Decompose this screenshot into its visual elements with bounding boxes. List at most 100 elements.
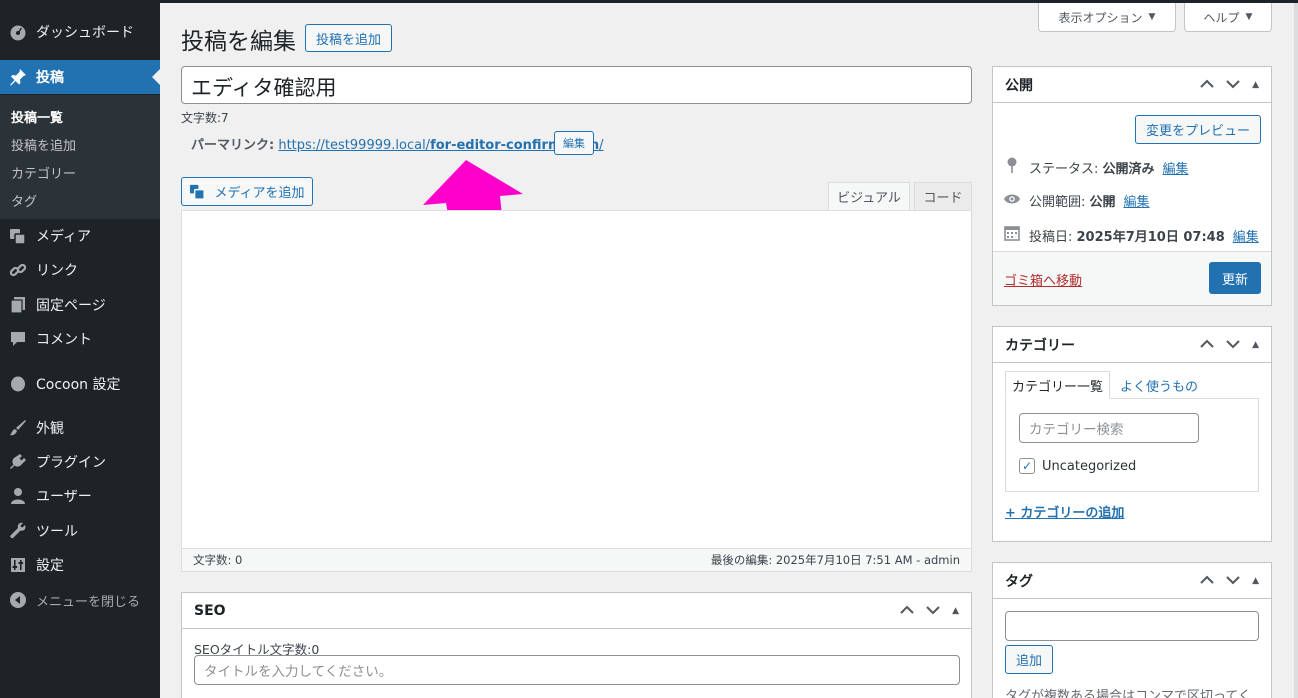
tag-input[interactable] xyxy=(1005,611,1259,641)
move-down-icon[interactable] xyxy=(1226,338,1240,352)
move-down-icon[interactable] xyxy=(926,604,940,618)
publish-date-row: 投稿日: 2025年7月10日 07:48 編集 xyxy=(1003,225,1259,245)
preview-changes-button[interactable]: 変更をプレビュー xyxy=(1135,115,1261,144)
edit-date-link[interactable]: 編集 xyxy=(1233,226,1259,245)
toggle-panel-icon[interactable]: ▲ xyxy=(1252,340,1259,350)
help-button[interactable]: ヘルプ ▼ xyxy=(1184,3,1272,32)
screen-options-button[interactable]: 表示オプション ▼ xyxy=(1038,3,1176,32)
update-label: 更新 xyxy=(1221,272,1248,288)
menu-dashboard[interactable]: ダッシュボード xyxy=(0,15,160,49)
tab-all-categories[interactable]: カテゴリー一覧 xyxy=(1005,371,1111,399)
submenu-tags[interactable]: タグ xyxy=(11,191,37,210)
add-new-post-button[interactable]: 投稿を追加 xyxy=(305,24,392,52)
collapse-arrow-icon xyxy=(0,591,36,609)
submenu-add-post[interactable]: 投稿を追加 xyxy=(11,135,76,154)
eye-icon xyxy=(1003,193,1021,209)
title-char-count: 文字数:7 xyxy=(181,111,229,125)
collapse-menu-label: メニューを閉じる xyxy=(36,594,141,610)
page-title: 投稿を編集 xyxy=(181,29,296,55)
toggle-panel-icon[interactable]: ▲ xyxy=(1252,576,1259,586)
permalink-row: パーマリンク: https://test99999.local/for-edit… xyxy=(191,134,604,153)
tab-visual[interactable]: ビジュアル xyxy=(828,182,910,211)
screen-options-label: 表示オプション xyxy=(1058,10,1143,25)
menu-users[interactable]: ユーザー xyxy=(0,479,160,513)
menu-media-label: メディア xyxy=(36,229,92,245)
pages-icon xyxy=(0,296,36,314)
submenu-all-posts[interactable]: 投稿一覧 xyxy=(11,107,63,126)
page-scrollbar[interactable] xyxy=(1294,3,1298,698)
publish-postbox-header: 公開 ▲ xyxy=(993,67,1271,103)
add-media-button[interactable]: メディアを追加 xyxy=(181,177,313,206)
postbox-controls: ▲ xyxy=(900,604,959,618)
media-icon xyxy=(0,227,36,245)
permalink-label: パーマリンク: xyxy=(191,138,275,153)
edit-visibility-link[interactable]: 編集 xyxy=(1124,191,1150,210)
checkbox-checked-icon[interactable]: ✓ xyxy=(1019,458,1035,474)
word-count: 文字数: 0 xyxy=(193,553,243,567)
tag-postbox-title: タグ xyxy=(1005,573,1033,590)
permalink-trail: / xyxy=(599,138,604,153)
date-label: 投稿日: xyxy=(1029,229,1077,245)
menu-appearance[interactable]: 外観 xyxy=(0,411,160,445)
visibility-value: 公開 xyxy=(1089,195,1116,210)
permalink-base: https://test99999.local/ xyxy=(278,138,431,153)
posts-submenu: 投稿一覧 投稿を追加 カテゴリー タグ xyxy=(0,95,160,219)
move-to-trash-link[interactable]: ゴミ箱へ移動 xyxy=(1004,270,1082,289)
link-icon xyxy=(0,261,36,279)
permalink-edit-button[interactable]: 編集 xyxy=(554,131,594,155)
menu-settings-label: 設定 xyxy=(36,558,64,574)
add-media-label: メディアを追加 xyxy=(214,186,305,201)
move-down-icon[interactable] xyxy=(1226,574,1240,588)
post-content-editor[interactable] xyxy=(181,210,972,549)
update-button[interactable]: 更新 xyxy=(1209,262,1261,294)
menu-comments[interactable]: コメント xyxy=(0,322,160,356)
move-up-icon[interactable] xyxy=(900,604,914,618)
collapse-menu-button[interactable]: メニューを閉じる xyxy=(0,583,160,617)
add-tag-button[interactable]: 追加 xyxy=(1005,645,1053,674)
category-postbox: カテゴリー ▲ カテゴリー一覧 よく使うもの カテゴリー検索 ✓ Uncateg… xyxy=(992,326,1272,542)
pushpin-icon xyxy=(0,68,36,86)
menu-media[interactable]: メディア xyxy=(0,219,160,253)
category-search-input[interactable]: カテゴリー検索 xyxy=(1019,413,1199,443)
post-status-row: ステータス: 公開済み 編集 xyxy=(1003,157,1189,177)
active-menu-notch xyxy=(152,69,160,85)
toggle-panel-icon[interactable]: ▲ xyxy=(1252,80,1259,90)
postbox-controls: ▲ xyxy=(1200,78,1259,92)
cocoon-icon xyxy=(0,375,36,393)
comment-icon xyxy=(0,330,36,348)
menu-plugins[interactable]: プラグイン xyxy=(0,445,160,479)
category-list-panel: カテゴリー検索 ✓ Uncategorized xyxy=(1005,398,1259,492)
tab-most-used[interactable]: よく使うもの xyxy=(1110,371,1204,399)
edit-status-link[interactable]: 編集 xyxy=(1163,158,1189,177)
user-icon xyxy=(0,487,36,505)
preview-changes-label: 変更をプレビュー xyxy=(1145,124,1250,139)
move-up-icon[interactable] xyxy=(1200,78,1214,92)
move-up-icon[interactable] xyxy=(1200,574,1214,588)
admin-sidebar: ダッシュボード 投稿 投稿一覧 投稿を追加 カテゴリー タグ メディア リンク … xyxy=(0,3,160,698)
menu-dashboard-label: ダッシュボード xyxy=(36,25,134,41)
menu-pages-label: 固定ページ xyxy=(36,298,106,314)
toggle-panel-icon[interactable]: ▲ xyxy=(952,606,959,616)
seo-title-input[interactable]: タイトルを入力してください。 xyxy=(194,655,960,685)
help-label: ヘルプ xyxy=(1203,10,1240,25)
menu-pages[interactable]: 固定ページ xyxy=(0,288,160,322)
menu-posts[interactable]: 投稿 xyxy=(0,60,160,94)
tag-postbox: タグ ▲ 追加 タグが複数ある場合はコンマで区切ってく xyxy=(992,562,1272,698)
menu-tools[interactable]: ツール xyxy=(0,514,160,548)
move-down-icon[interactable] xyxy=(1226,78,1240,92)
category-postbox-title: カテゴリー xyxy=(1005,337,1075,354)
publish-postbox-title: 公開 xyxy=(1005,77,1033,94)
tab-code[interactable]: コード xyxy=(914,182,972,211)
menu-users-label: ユーザー xyxy=(36,489,92,505)
postbox-controls: ▲ xyxy=(1200,338,1259,352)
post-title-input[interactable]: エディタ確認用 xyxy=(181,66,972,104)
add-category-link[interactable]: + カテゴリーの追加 xyxy=(1005,502,1124,521)
menu-cocoon[interactable]: Cocoon 設定 xyxy=(0,367,160,401)
submenu-categories[interactable]: カテゴリー xyxy=(11,163,76,182)
postbox-controls: ▲ xyxy=(1200,574,1259,588)
move-up-icon[interactable] xyxy=(1200,338,1214,352)
seo-postbox-header: SEO ▲ xyxy=(182,593,971,629)
category-item[interactable]: ✓ Uncategorized xyxy=(1019,458,1136,474)
menu-settings[interactable]: 設定 xyxy=(0,548,160,582)
menu-links[interactable]: リンク xyxy=(0,253,160,287)
